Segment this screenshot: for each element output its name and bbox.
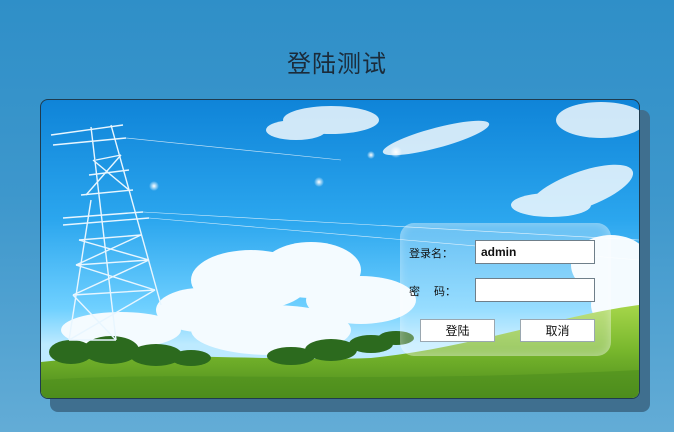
page-title: 登陆测试: [287, 50, 387, 78]
username-input[interactable]: [475, 240, 595, 264]
electricity-tower-icon: [50, 124, 162, 341]
username-label: 登录名：: [409, 247, 453, 260]
cancel-button[interactable]: 取消: [520, 319, 595, 342]
login-form: 登录名： 密 码： 登陆 取消: [400, 223, 611, 356]
login-button[interactable]: 登陆: [420, 319, 495, 342]
cloud-icon: [266, 102, 639, 217]
password-input[interactable]: [475, 278, 595, 302]
password-label: 密 码：: [409, 285, 456, 298]
login-panel: 登录名： 密 码： 登陆 取消: [40, 99, 640, 399]
